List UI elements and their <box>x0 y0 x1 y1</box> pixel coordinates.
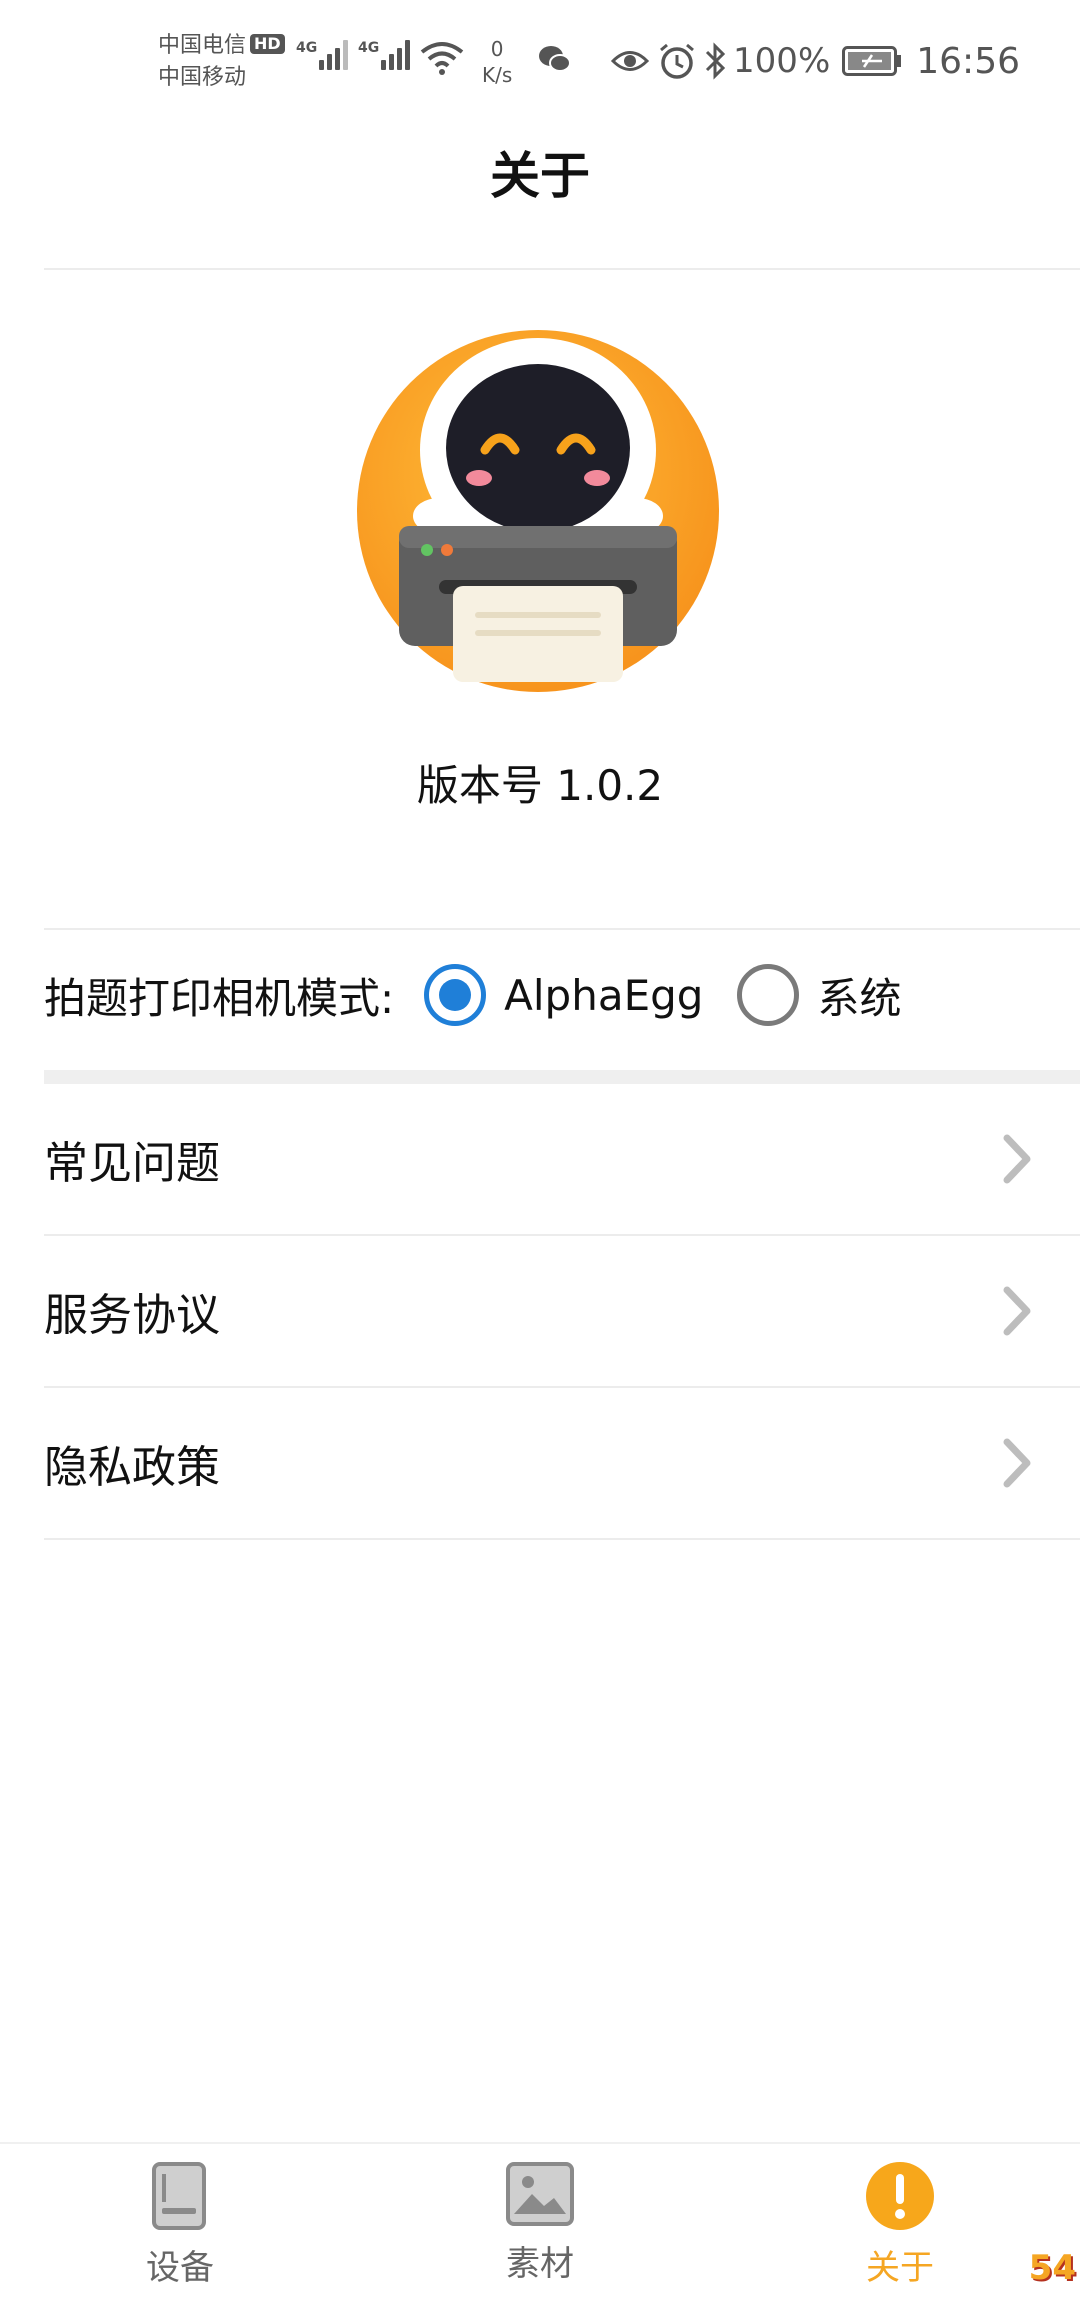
battery-icon <box>842 46 902 76</box>
menu-item-label: 服务协议 <box>44 1290 220 1341</box>
network-speed: 0 K/s <box>482 37 513 87</box>
app-logo <box>357 330 719 692</box>
page-title: 关于 <box>490 147 590 205</box>
carrier-1: 中国电信 <box>158 33 247 58</box>
version-number: 版本号 1.0.2 <box>416 761 664 810</box>
status-bar: 中国电信 HD 中国移动 4G 4G 0 K/s 100% 16:56 <box>0 0 1080 110</box>
nav-label: 素材 <box>506 2244 574 2284</box>
menu-item-faq[interactable]: 常见问题 <box>44 1084 1080 1236</box>
nav-label: 设备 <box>146 2248 214 2288</box>
signal-icon: 4G <box>296 40 351 70</box>
info-icon <box>866 2162 934 2230</box>
section-separator <box>44 1070 1080 1084</box>
nav-tab-about[interactable]: 关于 <box>800 2160 1000 2289</box>
device-icon <box>152 2162 206 2230</box>
menu-item-privacy-policy[interactable]: 隐私政策 <box>44 1388 1080 1540</box>
header-divider <box>44 268 1080 270</box>
wechat-icon <box>539 46 571 72</box>
radio-alphaegg[interactable]: AlphaEgg <box>424 964 703 1026</box>
radio-alphaegg-label[interactable]: AlphaEgg <box>504 971 703 1020</box>
watermark-logo: 54 <box>1028 2248 1076 2288</box>
bottom-nav: 设备 素材 关于 <box>0 2142 1080 2310</box>
nav-tab-device[interactable]: 设备 <box>80 2160 280 2289</box>
menu-item-label: 隐私政策 <box>44 1442 220 1493</box>
nav-label: 关于 <box>866 2248 934 2288</box>
radio-unselected-icon[interactable] <box>737 964 800 1026</box>
hd-badge: HD <box>250 34 285 54</box>
image-icon <box>506 2162 574 2226</box>
clock: 16:56 <box>916 40 1020 82</box>
eye-icon <box>611 51 650 71</box>
bluetooth-icon <box>705 42 726 80</box>
section-divider <box>44 928 1080 930</box>
camera-mode-setting: 拍题打印相机模式: AlphaEgg 系统 <box>44 960 935 1030</box>
radio-system[interactable]: 系统 <box>737 964 901 1026</box>
chevron-right-icon <box>1003 1134 1031 1184</box>
chevron-right-icon <box>1003 1438 1031 1488</box>
menu-item-service-agreement[interactable]: 服务协议 <box>44 1236 1080 1388</box>
carrier-2: 中国移动 <box>158 65 247 90</box>
radio-selected-icon[interactable] <box>424 964 487 1026</box>
radio-system-label[interactable]: 系统 <box>817 965 901 1026</box>
carrier-info: 中国电信 HD 中国移动 <box>158 30 285 94</box>
battery-percent: 100% <box>733 41 831 81</box>
alarm-icon <box>660 43 695 79</box>
camera-mode-label: 拍题打印相机模式: <box>44 973 395 1023</box>
wifi-icon <box>420 42 464 75</box>
signal-icon: 4G <box>358 40 413 70</box>
menu-item-label: 常见问题 <box>44 1138 220 1189</box>
nav-tab-material[interactable]: 素材 <box>440 2160 640 2285</box>
chevron-right-icon <box>1003 1286 1031 1336</box>
